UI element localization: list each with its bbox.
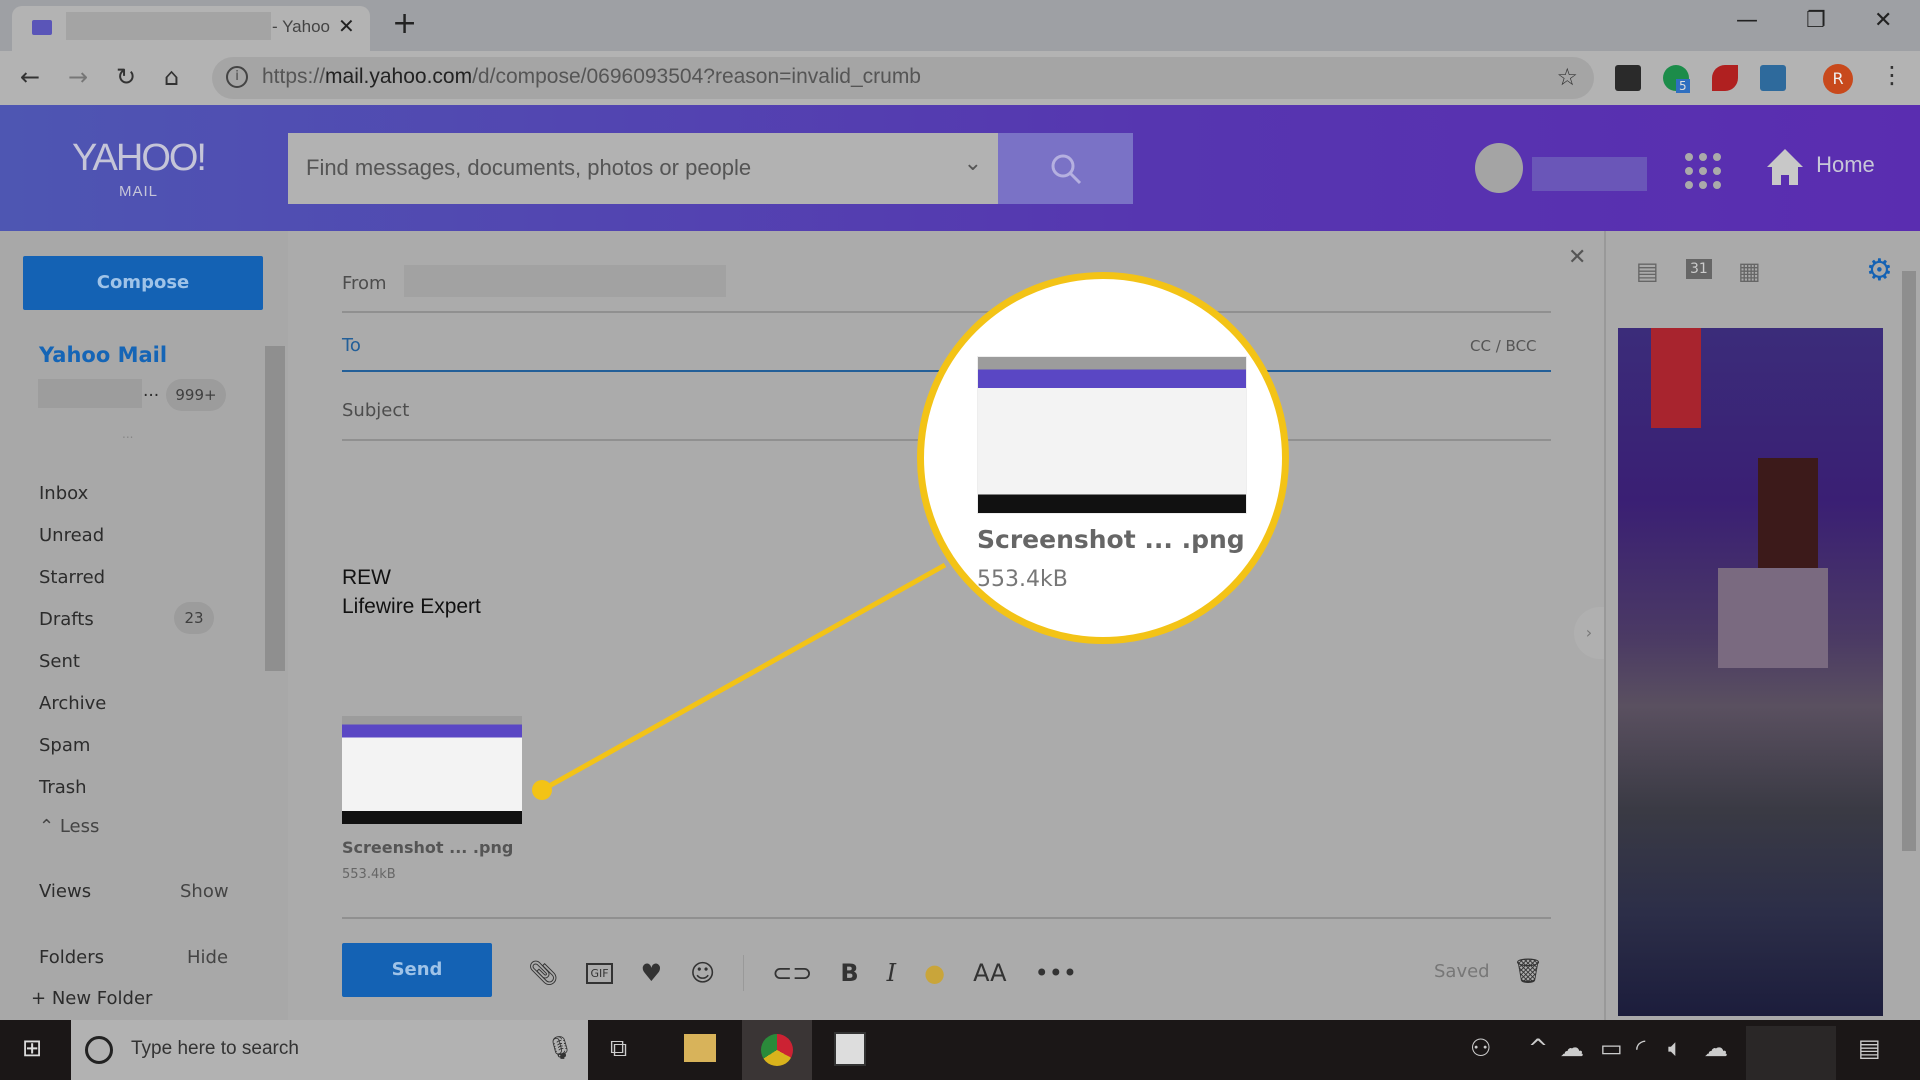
callout-thumbnail	[977, 356, 1247, 514]
attachment-callout: Screenshot ... .png 553.4kB	[917, 272, 1289, 644]
chrome-taskbar-button[interactable]	[742, 1020, 812, 1080]
wifi-icon[interactable]: ◜	[1636, 1034, 1645, 1062]
people-icon[interactable]: ⚇	[1470, 1034, 1492, 1062]
callout-file-size: 553.4kB	[977, 567, 1068, 592]
windows-taskbar: ⊞ Type here to search 🎙︎ ⧉ ⚇ ^ ☁ ▭ ◜ 🔈︎ …	[0, 1020, 1920, 1080]
task-view-icon[interactable]: ⧉	[610, 1034, 627, 1062]
callout-line	[540, 562, 947, 793]
redacted-clock[interactable]	[1746, 1026, 1836, 1080]
cloud-alert-icon[interactable]: ☁	[1704, 1034, 1728, 1062]
volume-icon[interactable]: 🔈︎	[1668, 1034, 1682, 1062]
battery-icon[interactable]: ▭	[1600, 1034, 1623, 1062]
chrome-icon	[761, 1034, 793, 1066]
microphone-icon[interactable]: 🎙︎	[546, 1036, 574, 1061]
onedrive-icon[interactable]: ☁	[1560, 1034, 1584, 1062]
cortana-icon	[85, 1036, 113, 1064]
windows-start-icon[interactable]: ⊞	[22, 1034, 42, 1062]
file-explorer-icon[interactable]	[684, 1034, 716, 1062]
callout-file-name: Screenshot ... .png	[977, 525, 1245, 554]
photos-app-icon[interactable]	[834, 1032, 866, 1066]
callout-dot	[532, 780, 552, 800]
taskbar-search-box[interactable]: Type here to search 🎙︎	[71, 1020, 588, 1080]
taskbar-search-placeholder: Type here to search	[131, 1038, 299, 1059]
action-center-icon[interactable]: ▤	[1858, 1034, 1881, 1062]
show-hidden-icons-icon[interactable]: ^	[1528, 1034, 1548, 1062]
